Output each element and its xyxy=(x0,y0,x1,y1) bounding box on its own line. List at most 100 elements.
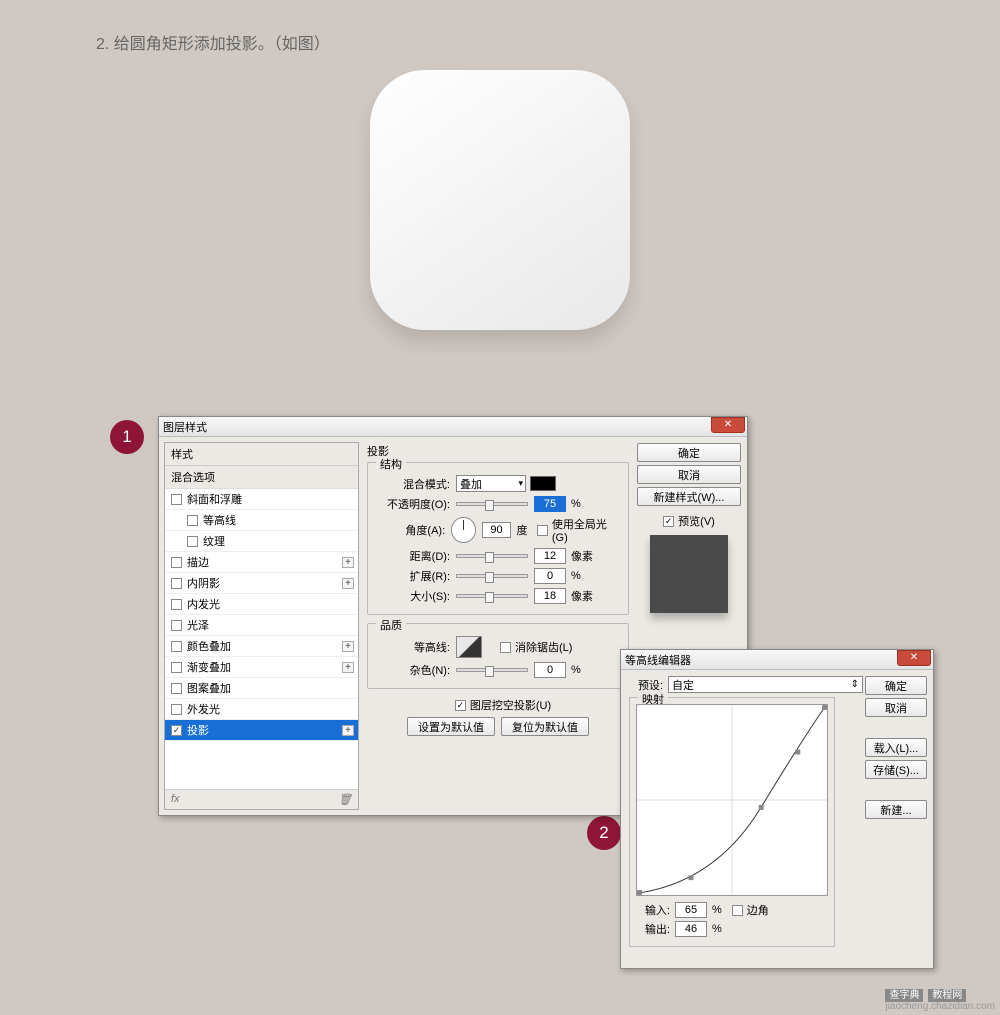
style-item-label: 纹理 xyxy=(203,533,225,549)
curve-output-field[interactable]: 46 xyxy=(675,921,707,937)
plus-icon[interactable]: + xyxy=(342,662,354,673)
trash-icon[interactable]: 🗑 xyxy=(338,793,352,806)
ok-button[interactable]: 确定 xyxy=(637,443,741,462)
curve-editor[interactable] xyxy=(636,704,828,896)
angle-label: 角度(A): xyxy=(378,522,445,538)
plus-icon[interactable]: + xyxy=(342,641,354,652)
opacity-unit: % xyxy=(571,498,581,510)
style-checkbox[interactable] xyxy=(171,557,182,568)
percent-unit: % xyxy=(712,904,722,916)
style-item[interactable]: 光泽 xyxy=(165,615,358,636)
dialog-title: 等高线编辑器 xyxy=(625,652,691,668)
shadow-color-swatch[interactable] xyxy=(530,476,556,491)
reset-default-button[interactable]: 复位为默认值 xyxy=(501,717,589,736)
opacity-label: 不透明度(O): xyxy=(378,496,450,512)
structure-legend: 结构 xyxy=(376,456,406,472)
noise-slider[interactable] xyxy=(456,668,528,672)
angle-unit: 度 xyxy=(516,522,527,538)
opacity-input[interactable]: 75 xyxy=(534,496,566,512)
noise-label: 杂色(N): xyxy=(378,662,450,678)
make-default-button[interactable]: 设置为默认值 xyxy=(407,717,495,736)
style-checkbox[interactable] xyxy=(171,578,182,589)
style-checkbox[interactable] xyxy=(171,494,182,505)
style-item[interactable]: 等高线 xyxy=(165,510,358,531)
preset-select[interactable]: 自定 xyxy=(668,676,863,693)
style-item[interactable]: 内发光 xyxy=(165,594,358,615)
style-checkbox[interactable] xyxy=(187,536,198,547)
watermark-url: jiaocheng.chazidian.com xyxy=(885,1001,995,1012)
style-item-label: 渐变叠加 xyxy=(187,659,231,675)
ok-button[interactable]: 确定 xyxy=(865,676,927,695)
style-item-label: 内阴影 xyxy=(187,575,220,591)
output-label: 输出: xyxy=(636,921,670,937)
contour-label: 等高线: xyxy=(378,639,450,655)
blend-mode-label: 混合模式: xyxy=(378,476,450,492)
size-slider[interactable] xyxy=(456,594,528,598)
global-light-label: 使用全局光(G) xyxy=(552,516,618,544)
curve-input-field[interactable]: 65 xyxy=(675,902,707,918)
style-item[interactable]: 渐变叠加 + xyxy=(165,657,358,678)
step-caption: 2. 给圆角矩形添加投影。（如图） xyxy=(96,30,330,54)
angle-dial[interactable] xyxy=(451,517,475,543)
distance-slider[interactable] xyxy=(456,554,528,558)
blend-mode-select[interactable]: 叠加 xyxy=(456,475,526,492)
style-item[interactable]: 图案叠加 xyxy=(165,678,358,699)
style-checkbox[interactable] xyxy=(171,683,182,694)
style-item[interactable]: 斜面和浮雕 xyxy=(165,489,358,510)
save-button[interactable]: 存储(S)... xyxy=(865,760,927,779)
global-light-checkbox[interactable] xyxy=(537,525,547,536)
sidebar-footer: fx 🗑 xyxy=(165,789,358,809)
close-icon[interactable]: ✕ xyxy=(897,650,931,666)
style-item[interactable]: 外发光 xyxy=(165,699,358,720)
corner-checkbox[interactable] xyxy=(732,905,743,916)
style-checkbox[interactable] xyxy=(171,641,182,652)
knockout-checkbox[interactable]: ✓ xyxy=(455,700,466,711)
distance-input[interactable]: 12 xyxy=(534,548,566,564)
plus-icon[interactable]: + xyxy=(342,725,354,736)
style-checkbox[interactable] xyxy=(171,599,182,610)
noise-input[interactable]: 0 xyxy=(534,662,566,678)
plus-icon[interactable]: + xyxy=(342,557,354,568)
close-icon[interactable]: ✕ xyxy=(711,417,745,433)
style-checkbox[interactable] xyxy=(171,620,182,631)
antialias-checkbox[interactable] xyxy=(500,642,511,653)
spread-slider[interactable] xyxy=(456,574,528,578)
cancel-button[interactable]: 取消 xyxy=(637,465,741,484)
blending-options-item[interactable]: 混合选项 xyxy=(165,466,358,489)
quality-legend: 品质 xyxy=(376,617,406,633)
plus-icon[interactable]: + xyxy=(342,578,354,589)
dialog-titlebar[interactable]: 图层样式 ✕ xyxy=(159,417,747,437)
style-item[interactable]: 内阴影 + xyxy=(165,573,358,594)
style-item[interactable]: 颜色叠加+ xyxy=(165,636,358,657)
size-input[interactable]: 18 xyxy=(534,588,566,604)
style-checkbox[interactable] xyxy=(171,662,182,673)
style-checkbox[interactable] xyxy=(171,704,182,715)
noise-unit: % xyxy=(571,664,581,676)
sidebar-header[interactable]: 样式 xyxy=(165,443,358,466)
input-label: 输入: xyxy=(636,902,670,918)
structure-fieldset: 结构 混合模式: 叠加 不透明度(O): 75 % 角度(A): 90 度 xyxy=(367,462,629,615)
style-checkbox[interactable] xyxy=(187,515,198,526)
contour-picker[interactable] xyxy=(456,636,482,658)
load-button[interactable]: 载入(L)... xyxy=(865,738,927,757)
cancel-button[interactable]: 取消 xyxy=(865,698,927,717)
new-style-button[interactable]: 新建样式(W)... xyxy=(637,487,741,506)
size-label: 大小(S): xyxy=(378,588,450,604)
size-unit: 像素 xyxy=(571,588,593,604)
contour-editor-dialog: 等高线编辑器 ✕ 预设: 自定 映射 输入 xyxy=(620,649,934,969)
fx-icon[interactable]: fx xyxy=(171,793,180,806)
angle-input[interactable]: 90 xyxy=(482,522,512,538)
style-checkbox[interactable]: ✓ xyxy=(171,725,182,736)
new-button[interactable]: 新建... xyxy=(865,800,927,819)
opacity-slider[interactable] xyxy=(456,502,528,506)
dialog-titlebar[interactable]: 等高线编辑器 ✕ xyxy=(621,650,933,670)
callout-badge-1: 1 xyxy=(110,420,144,454)
effect-settings-panel: 投影 结构 混合模式: 叠加 不透明度(O): 75 % 角度(A): xyxy=(359,437,637,815)
style-item-label: 斜面和浮雕 xyxy=(187,491,242,507)
preview-checkbox[interactable]: ✓ xyxy=(663,516,674,527)
style-item[interactable]: 描边+ xyxy=(165,552,358,573)
styles-sidebar: 样式 混合选项 斜面和浮雕等高线纹理描边+ 内阴影 + 内发光光泽颜色叠加+ 渐变叠加 +… xyxy=(164,442,359,810)
style-item[interactable]: ✓投影+ xyxy=(165,720,358,741)
style-item[interactable]: 纹理 xyxy=(165,531,358,552)
spread-input[interactable]: 0 xyxy=(534,568,566,584)
